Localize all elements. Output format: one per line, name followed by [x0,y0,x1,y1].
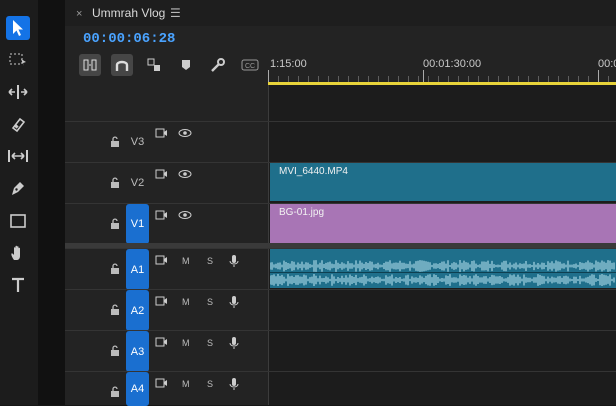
eye-icon[interactable] [178,169,192,179]
hand-tool-icon [11,245,20,260]
eye-icon[interactable] [178,128,192,138]
rectangle-tool-icon [10,214,26,228]
nest-icon [83,59,97,71]
ruler-label: 00:01:30:00 [423,58,482,70]
lock-open-icon[interactable] [110,386,120,398]
track-target-a2[interactable]: A2 [126,290,149,331]
video-clip-mvi-6440[interactable]: MVI_6440.MP4 [270,163,616,201]
pen-tool[interactable] [6,176,30,200]
track-a2: A2 M S [65,289,616,331]
playhead-timecode[interactable]: 00:00:06:28 [83,31,175,47]
track-target-a1[interactable]: A1 [126,249,149,290]
ruler-label: 1:15:00 [270,58,307,70]
clip-name: MVI_6440.MP4 [279,166,348,177]
mute-button[interactable]: M [182,297,190,307]
solo-button[interactable]: S [207,379,213,389]
track-name-v3[interactable]: V3 [126,132,149,152]
sync-lock-icon[interactable] [155,378,168,388]
track-target-a3[interactable]: A3 [126,331,149,372]
captions-button[interactable]: CC [239,54,261,76]
razor-tool-icon [11,117,26,133]
ruler-label: 00:0 [598,58,616,70]
ripple-edit-tool-icon [8,85,28,99]
microphone-icon[interactable] [229,254,239,268]
time-ruler[interactable]: 1:15:00 00:01:30:00 00:0 [268,52,616,85]
hand-tool[interactable] [6,241,30,265]
panel-menu-icon[interactable]: ☰ [170,6,181,20]
timeline-settings-button[interactable] [207,54,229,76]
snap-toggle[interactable] [111,54,133,76]
track-v3: V3 [65,121,616,163]
selection-tool-icon [13,20,23,36]
microphone-icon[interactable] [229,295,239,309]
add-marker-button[interactable] [175,54,197,76]
rectangle-tool[interactable] [6,209,30,233]
microphone-icon[interactable] [229,336,239,350]
mute-button[interactable]: M [182,338,190,348]
mute-button[interactable]: M [182,256,190,266]
panel-gutter [38,0,65,405]
slip-tool[interactable] [6,144,30,168]
ripple-edit-tool[interactable] [6,80,30,104]
marker-icon [182,60,190,70]
magnet-icon [115,60,129,71]
selection-tool[interactable] [6,16,30,40]
close-tab-button[interactable]: × [76,8,82,20]
linked-selection-icon [147,58,160,71]
audio-clip-a1[interactable] [270,249,616,288]
sync-lock-icon[interactable] [155,337,168,347]
audio-waveform [270,260,616,286]
sync-lock-icon[interactable] [155,128,168,138]
track-target-v1[interactable]: V1 [126,204,149,244]
pen-tool-icon [12,182,24,195]
solo-button[interactable]: S [207,297,213,307]
mute-button[interactable]: M [182,379,190,389]
eye-icon[interactable] [178,210,192,220]
lock-open-icon[interactable] [110,218,120,230]
lock-open-icon[interactable] [110,304,120,316]
microphone-icon[interactable] [229,377,239,391]
image-clip-bg-01[interactable]: BG-01.jpg [270,204,616,243]
track-name-v2[interactable]: V2 [126,173,149,193]
tools-panel [0,0,38,405]
razor-tool[interactable] [6,112,30,136]
clip-name: BG-01.jpg [279,207,325,218]
sync-lock-icon[interactable] [155,169,168,179]
solo-button[interactable]: S [207,256,213,266]
type-tool-icon [12,277,24,292]
lock-open-icon[interactable] [110,263,120,275]
track-select-tool[interactable] [6,48,30,72]
insert-nest-toggle[interactable] [79,54,101,76]
type-tool[interactable] [6,273,30,297]
track-target-a4[interactable]: A4 [126,372,149,406]
linked-selection-toggle[interactable] [143,54,165,76]
sequence-tab-bar: × Ummrah Vlog ☰ [65,0,616,26]
slip-tool-icon [8,150,28,162]
solo-button[interactable]: S [207,338,213,348]
track-a4: A4 M S [65,371,616,406]
captions-icon: CC [241,59,259,71]
wrench-icon [211,58,225,72]
lock-open-icon[interactable] [110,136,120,148]
track-select-tool-icon [9,53,26,66]
lock-open-icon[interactable] [110,345,120,357]
track-a3: A3 M S [65,330,616,372]
lock-open-icon[interactable] [110,177,120,189]
sequence-tab-title[interactable]: Ummrah Vlog [92,6,165,20]
sync-lock-icon[interactable] [155,255,168,265]
svg-text:CC: CC [245,63,255,70]
sync-lock-icon[interactable] [155,210,168,220]
sync-lock-icon[interactable] [155,296,168,306]
